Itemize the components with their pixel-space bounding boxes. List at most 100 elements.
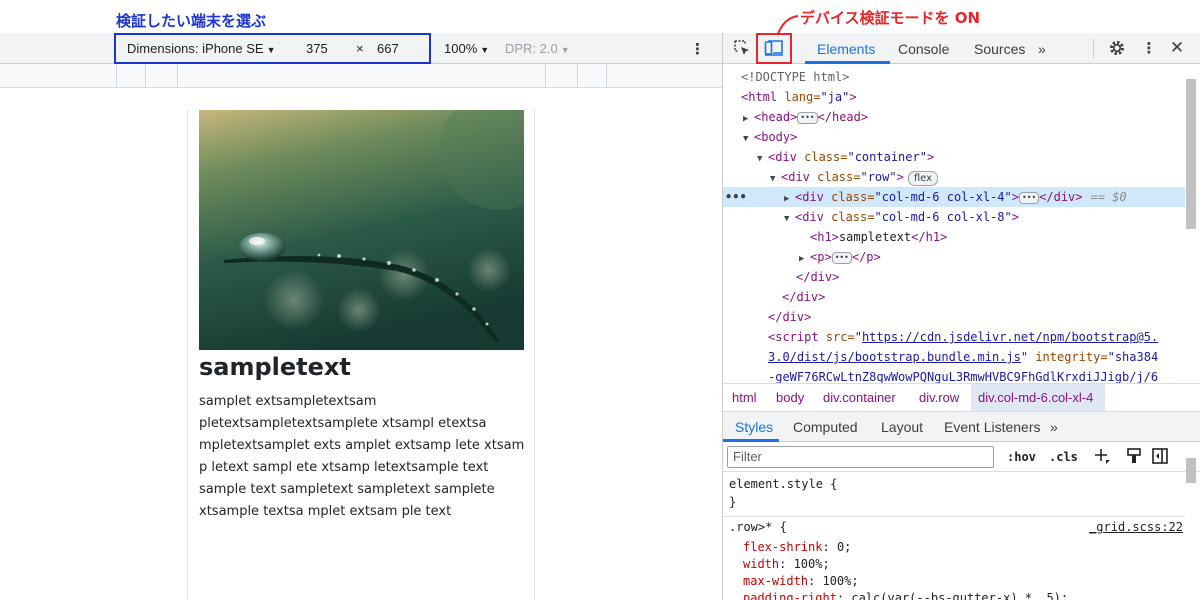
more-tabs-icon[interactable]: » [1050, 419, 1058, 435]
sidebar-toggle-icon[interactable] [1149, 446, 1171, 466]
dom-node-h1[interactable]: <h1>sampletext</h1> [723, 227, 1185, 247]
breadcrumb: html body div.container div.row div.col-… [723, 383, 1200, 412]
dpr-select[interactable]: DPR: 2.0 ▼ [505, 41, 570, 56]
expand-arrow-icon: ▶ [799, 254, 805, 264]
rule-close-brace: } [729, 495, 737, 509]
device-toolbar-icon[interactable] [763, 38, 785, 58]
breadcrumb-row[interactable]: div.row [919, 390, 959, 405]
dom-node-head[interactable]: ▶ <head> ••• </head> [723, 107, 1185, 127]
dom-node-container[interactable]: ▼ <div class="container"> [723, 147, 1185, 167]
dom-node-body[interactable]: ▼ <body> [723, 127, 1185, 147]
expand-arrow-icon: ▶ [784, 194, 790, 204]
devtools-menu-icon[interactable]: ⋮ [1138, 38, 1160, 58]
paint-brush-icon[interactable] [1123, 446, 1145, 466]
more-actions-icon: ••• [725, 190, 747, 204]
dom-node-div-close[interactable]: </div> [723, 287, 1185, 307]
paragraph-line: pletextsampletextsamplete xtsampl etexts… [199, 416, 487, 431]
annotation-device-mode: デバイス検証モードを ON [800, 9, 981, 27]
styles-rules: element.style { } .row>* { _grid.scss:22… [723, 473, 1185, 600]
dom-node-script-cont[interactable]: 3.0/dist/js/bootstrap.bundle.min.js" int… [723, 347, 1185, 367]
element-style-selector[interactable]: element.style { [729, 476, 837, 493]
caret-down-icon: ▼ [560, 45, 570, 55]
breadcrumb-body[interactable]: body [776, 390, 804, 405]
dom-node-col-4-selected[interactable]: ••• ▶ <div class="col-md-6 col-xl-4"> ••• </… [723, 187, 1185, 207]
dom-node-div-close[interactable]: </div> [723, 307, 1185, 327]
dom-node-row[interactable]: ▼ <div class="row"> flex [723, 167, 1185, 187]
rule-source-link[interactable]: _grid.scss:22 [1089, 519, 1183, 536]
inspect-element-icon[interactable] [731, 38, 753, 58]
breadcrumb-html[interactable]: html [732, 390, 757, 405]
zoom-select[interactable]: 100% ▼ [444, 41, 489, 56]
times-sign: × [356, 41, 364, 56]
script-src-link[interactable]: 3.0/dist/js/bootstrap.bundle.min.js [768, 350, 1021, 364]
ellipsis-icon: ••• [831, 251, 852, 264]
emulated-viewport: sampletext samplet extsampletextsam plet… [0, 88, 722, 600]
active-tab-indicator [805, 61, 890, 64]
zoom-label: 100% [444, 41, 478, 56]
height-input[interactable]: 667 [377, 41, 399, 56]
breadcrumb-col[interactable]: div.col-md-6.col-xl-4 [978, 390, 1093, 405]
paragraph-line: sample text sampletext sampletext sample… [199, 482, 495, 497]
tab-sources[interactable]: Sources [974, 41, 1025, 57]
device-frame: sampletext samplet extsampletextsam plet… [187, 109, 535, 600]
paragraph-line: samplet extsampletextsam [199, 394, 377, 409]
device-toolbar: Dimensions: iPhone SE ▼ 375 × 667 100% ▼ D… [0, 33, 722, 64]
paragraph-line: p letext sampl ete xtsamp letextsample t… [199, 460, 489, 475]
script-src-link[interactable]: https://cdn.jsdelivr.net/npm/bootstrap@5… [862, 330, 1158, 344]
device-select[interactable]: Dimensions: iPhone SE ▼ [127, 41, 276, 56]
rule-divider [723, 516, 1185, 517]
collapse-arrow-icon: ▼ [784, 214, 790, 224]
tab-console[interactable]: Console [898, 41, 949, 57]
css-declaration[interactable]: padding-right: calc(var(--bs-gutter-x) *… [729, 590, 1068, 600]
collapse-arrow-icon: ▼ [743, 134, 749, 144]
dom-node-doctype[interactable]: <!DOCTYPE html> [723, 67, 1185, 87]
elements-tree: <!DOCTYPE html> <html lang="ja"> ▶ <head>… [723, 66, 1185, 416]
collapse-arrow-icon: ▼ [770, 174, 776, 184]
collapse-arrow-icon: ▼ [757, 154, 763, 164]
media-query-ruler [0, 64, 722, 88]
close-icon[interactable]: ✕ [1166, 38, 1188, 58]
page-heading: sampletext [199, 353, 351, 381]
device-select-label: Dimensions: iPhone SE [127, 41, 264, 56]
annotation-select-device: 検証したい端末を選ぶ [116, 12, 267, 30]
hov-toggle[interactable]: :hov [1007, 450, 1036, 464]
dom-node-div-close[interactable]: </div> [723, 267, 1185, 287]
dom-node-p[interactable]: ▶ <p> ••• </p> [723, 247, 1185, 267]
devtools-panel: Elements Console Sources » ⋮ ✕ <!DOCTYPE… [722, 33, 1200, 600]
styles-filter-row: Filter :hov .cls [723, 442, 1200, 472]
tab-layout[interactable]: Layout [881, 419, 923, 435]
flex-badge[interactable]: flex [907, 171, 939, 186]
annotation-pointer-line [777, 15, 799, 35]
dom-node-col-8[interactable]: ▼ <div class="col-md-6 col-xl-8"> [723, 207, 1185, 227]
row-rule-selector[interactable]: .row>* { [729, 519, 787, 536]
paragraph-line: mpletextsamplet exts amplet extsamp lete… [199, 438, 525, 453]
styles-scrollbar[interactable] [1186, 458, 1196, 483]
ellipsis-icon: ••• [1019, 191, 1040, 204]
more-options-icon[interactable]: ⋮ [690, 40, 705, 58]
tab-elements[interactable]: Elements [817, 41, 875, 57]
water-drop-image [199, 110, 524, 350]
tab-event-listeners[interactable]: Event Listeners [944, 419, 1041, 435]
css-declaration[interactable]: max-width: 100%; [729, 573, 859, 590]
add-rule-icon[interactable] [1091, 446, 1113, 466]
tabbar-divider [1093, 39, 1094, 58]
expand-arrow-icon: ▶ [743, 114, 749, 124]
cls-toggle[interactable]: .cls [1049, 450, 1078, 464]
width-input[interactable]: 375 [306, 41, 328, 56]
tab-styles[interactable]: Styles [735, 419, 773, 435]
dom-node-script[interactable]: <script src="https://cdn.jsdelivr.net/np… [723, 327, 1185, 347]
devtools-tabbar: Elements Console Sources » ⋮ ✕ [723, 33, 1200, 64]
ellipsis-icon: ••• [797, 111, 818, 124]
elements-scrollbar[interactable] [1186, 79, 1196, 229]
gear-icon[interactable] [1106, 38, 1128, 58]
styles-tabbar: Styles Computed Layout Event Listeners » [723, 412, 1200, 442]
breadcrumb-container[interactable]: div.container [823, 390, 896, 405]
tab-computed[interactable]: Computed [793, 419, 858, 435]
css-declaration[interactable]: flex-shrink: 0; [729, 539, 851, 556]
dom-node-html[interactable]: <html lang="ja"> [723, 87, 1185, 107]
caret-down-icon: ▼ [266, 45, 276, 55]
filter-input[interactable]: Filter [727, 446, 994, 468]
more-tabs-icon[interactable]: » [1038, 41, 1046, 57]
dpr-label: DPR: 2.0 [505, 41, 558, 56]
css-declaration[interactable]: width: 100%; [729, 556, 830, 573]
